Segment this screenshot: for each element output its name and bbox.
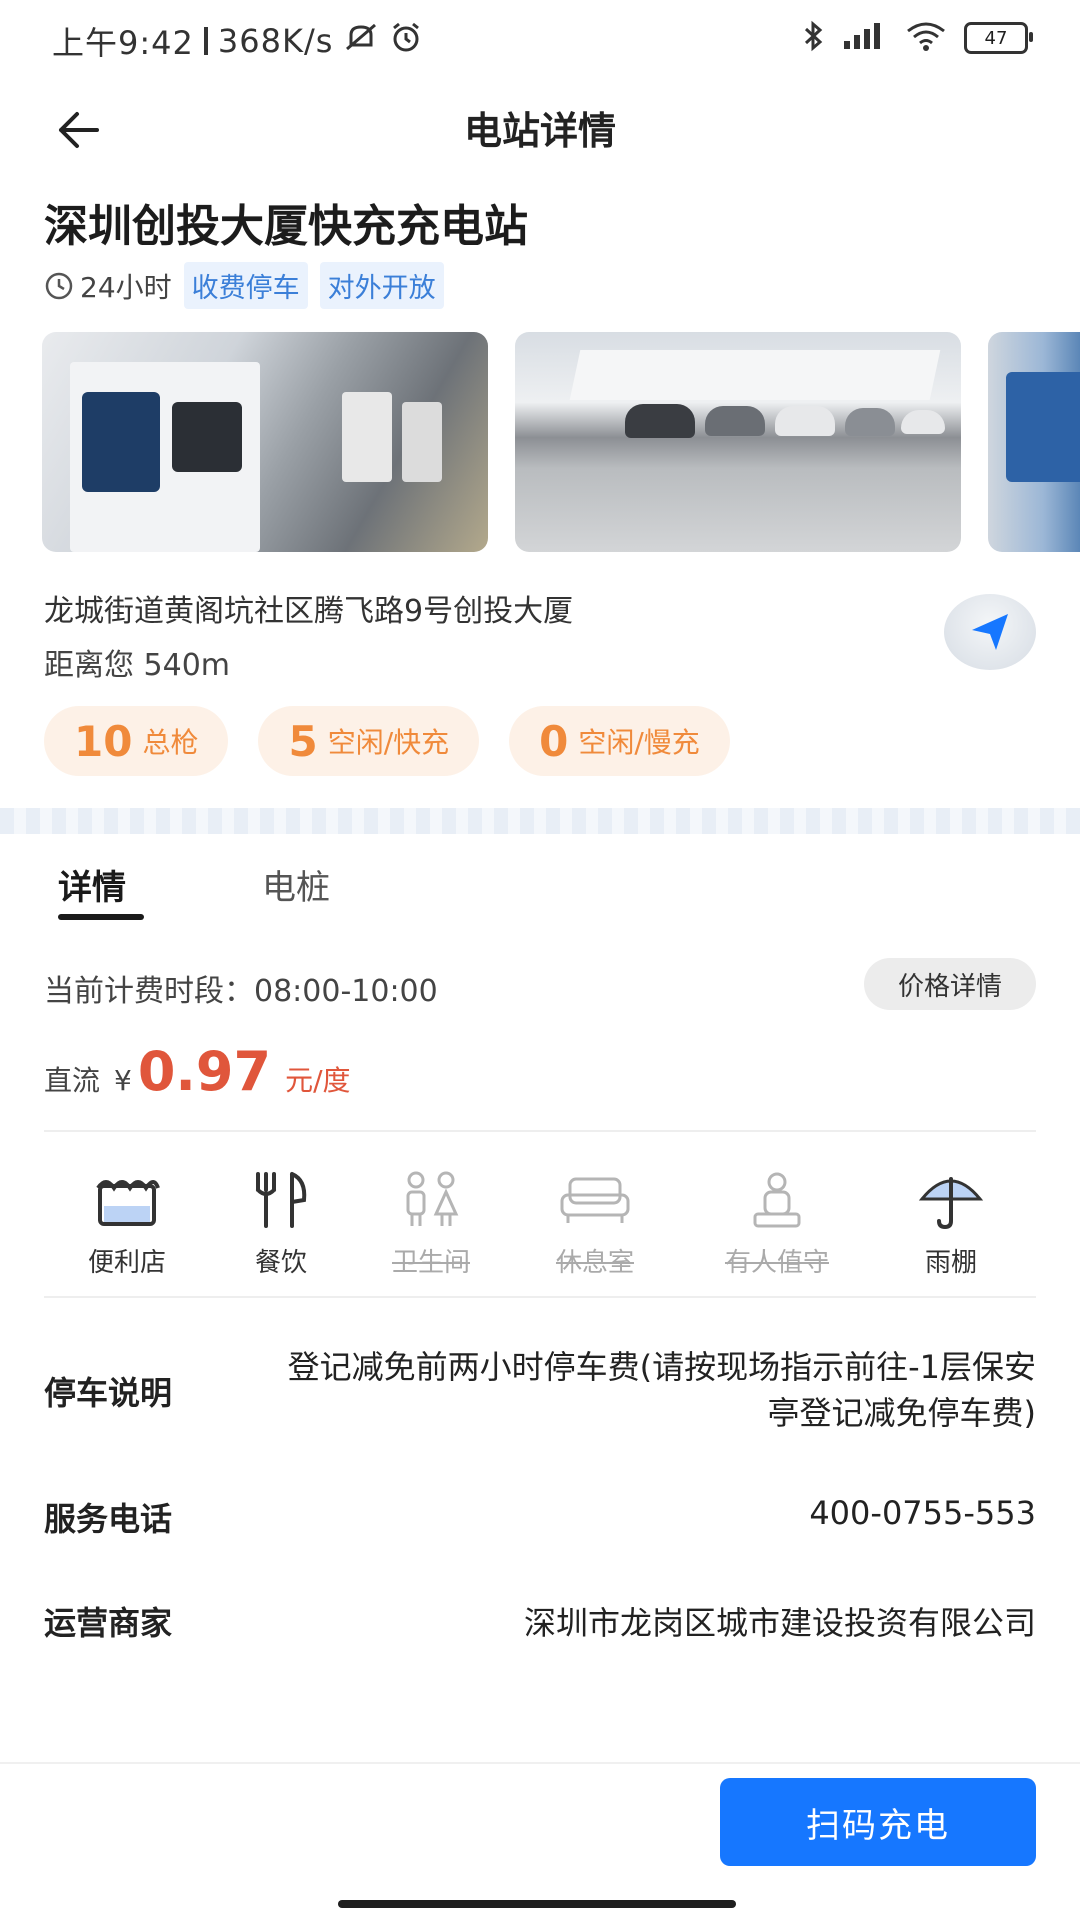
station-photo[interactable] <box>42 332 488 552</box>
charger-display <box>172 402 242 472</box>
billing-period: 当前计费时段：08:00-10:00 <box>44 974 438 1009</box>
amenity-lounge: 休息室 <box>520 1168 670 1279</box>
charger-unit <box>342 392 392 482</box>
status-bar: 上午9:42 368K/s 47 <box>0 0 1080 84</box>
page-title: 电站详情 <box>463 109 616 153</box>
status-time: 上午9:42 <box>52 24 194 62</box>
navigation-arrow-icon <box>972 614 1008 650</box>
active-tab-indicator <box>58 914 144 920</box>
price-value: 0.97 <box>137 1040 272 1103</box>
photo-carousel[interactable] <box>42 332 1080 552</box>
amenity-label: 卫生间 <box>391 1248 470 1278</box>
wifi-icon <box>906 21 946 55</box>
alarm-icon <box>389 20 423 62</box>
bluetooth-icon <box>802 20 824 56</box>
divider <box>44 1296 1036 1298</box>
battery-icon: 47 <box>964 22 1033 54</box>
status-right: 47 <box>802 20 1033 56</box>
count-label: 空闲/快充 <box>327 726 450 759</box>
gun-counts: 10 总枪 5 空闲/快充 0 空闲/慢充 <box>44 706 730 776</box>
count-label: 空闲/慢充 <box>578 726 700 759</box>
station-photo[interactable] <box>988 332 1080 552</box>
price-detail-button[interactable]: 价格详情 <box>864 958 1036 1010</box>
attendant-icon <box>702 1168 852 1232</box>
amenity-canopy: 雨棚 <box>876 1168 1026 1279</box>
clock-icon <box>45 272 73 299</box>
hours: 24小时 <box>44 266 172 306</box>
tag-paid-parking: 收费停车 <box>183 262 308 309</box>
station-distance: 距离您 540m <box>44 648 231 683</box>
tab-piles[interactable]: 电桩 <box>262 860 330 909</box>
station-name: 深圳创投大厦快充充电站 <box>44 201 528 252</box>
section-divider <box>0 808 1080 834</box>
status-left: 上午9:42 368K/s <box>52 18 423 64</box>
count-number: 0 <box>539 716 569 766</box>
amenity-label: 餐饮 <box>254 1248 307 1278</box>
charger-unit <box>402 402 442 482</box>
mute-icon <box>343 21 379 61</box>
price-type: 直流 <box>44 1064 101 1097</box>
divider <box>44 1130 1036 1132</box>
navigate-button[interactable] <box>944 594 1036 670</box>
sofa-icon <box>520 1168 670 1232</box>
parking-sign <box>1006 372 1080 482</box>
count-total: 10 总枪 <box>44 706 229 776</box>
station-address: 龙城街道黄阁坑社区腾飞路9号创投大厦 <box>44 594 574 629</box>
amenity-label: 雨棚 <box>924 1248 977 1278</box>
count-number: 5 <box>288 716 318 766</box>
amenity-attendant: 有人值守 <box>702 1168 852 1279</box>
bottom-bar-divider <box>0 1762 1080 1764</box>
charger-screen <box>82 392 160 492</box>
status-separator-icon <box>203 27 208 55</box>
umbrella-icon <box>876 1168 1026 1232</box>
count-slow: 0 空闲/慢充 <box>509 706 730 776</box>
station-photo[interactable] <box>515 332 961 552</box>
parked-car <box>845 408 895 436</box>
battery-level: 47 <box>984 27 1008 49</box>
amenity-label: 便利店 <box>87 1248 166 1278</box>
count-label: 总枪 <box>142 726 199 759</box>
tag-public: 对外开放 <box>319 262 444 309</box>
parked-car <box>901 410 945 434</box>
amenity-restroom: 卫生间 <box>356 1168 506 1279</box>
phone-label: 服务电话 <box>44 1500 173 1538</box>
parked-car <box>705 406 765 436</box>
price-currency: ¥ <box>114 1064 132 1097</box>
store-icon <box>52 1168 202 1232</box>
scan-charge-button[interactable]: 扫码充电 <box>720 1778 1036 1866</box>
signal-icon <box>842 21 888 55</box>
parked-car <box>775 406 835 436</box>
station-tags: 24小时 收费停车 对外开放 <box>44 262 444 309</box>
amenity-label: 休息室 <box>555 1248 634 1278</box>
parking-value: 登记减免前两小时停车费(请按现场指示前往-1层保安亭登记减免停车费) <box>287 1348 1036 1432</box>
dining-icon <box>206 1168 356 1232</box>
phone-value[interactable]: 400-0755-553 <box>809 1494 1036 1532</box>
amenity-store: 便利店 <box>52 1168 202 1279</box>
parking-label: 停车说明 <box>44 1374 173 1412</box>
price-row: 直流 ¥ 0.97 元/度 <box>44 1040 351 1103</box>
count-fast: 5 空闲/快充 <box>258 706 480 776</box>
price-unit: 元/度 <box>285 1064 351 1097</box>
count-number: 10 <box>74 716 133 766</box>
parked-car <box>625 404 695 438</box>
amenity-label: 有人值守 <box>724 1248 829 1278</box>
operator-label: 运营商家 <box>44 1604 173 1642</box>
status-speed: 368K/s <box>217 22 334 60</box>
operator-value: 深圳市龙岗区城市建设投资有限公司 <box>523 1604 1036 1642</box>
tab-detail[interactable]: 详情 <box>58 860 126 909</box>
amenity-dining: 餐饮 <box>206 1168 356 1279</box>
canopy <box>569 350 941 400</box>
hours-text: 24小时 <box>80 270 172 304</box>
home-indicator[interactable] <box>338 1900 736 1908</box>
restroom-icon <box>356 1168 506 1232</box>
